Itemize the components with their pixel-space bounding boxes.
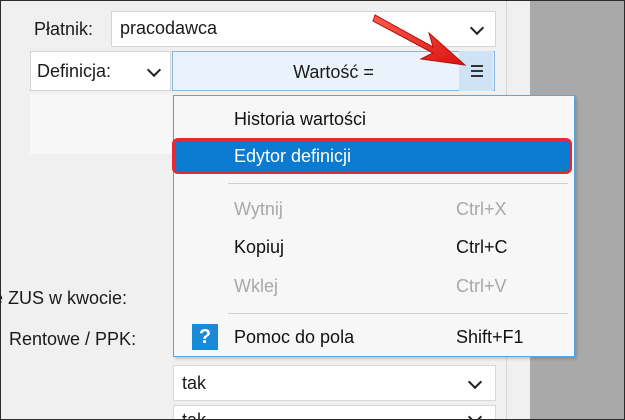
menu-item-label: Pomoc do pola xyxy=(234,327,355,347)
help-icon: ? xyxy=(192,324,218,350)
menu-item-label: Wytnij xyxy=(234,199,283,219)
value-field-text: Wartość = xyxy=(293,62,374,82)
menu-item-label: Wklej xyxy=(234,276,278,296)
zus-label: e ZUS w kwocie: xyxy=(0,288,128,308)
menu-item-label: Edytor definicji xyxy=(234,146,352,166)
menu-item-pomoc[interactable]: ? Pomoc do pola Shift+F1 xyxy=(174,319,574,355)
window: Płatnik: pracodawca Definicja: Wartość =… xyxy=(0,0,625,420)
chevron-down-icon[interactable] xyxy=(469,20,485,36)
menu-line xyxy=(471,70,483,72)
menu-separator xyxy=(228,313,568,314)
definicja-select[interactable]: Definicja: xyxy=(30,51,171,91)
platnik-label: Płatnik: xyxy=(34,19,94,39)
rentowe-label: Rentowe / PPK: xyxy=(9,329,137,349)
menu-item-shortcut: Ctrl+X xyxy=(456,199,507,219)
menu-item-shortcut: Ctrl+V xyxy=(456,276,507,296)
menu-item-historia[interactable]: Historia wartości xyxy=(174,101,574,137)
context-menu: Historia wartości Edytor definicji Wytni… xyxy=(172,95,575,357)
chevron-down-icon[interactable] xyxy=(146,62,162,78)
chevron-down-icon[interactable] xyxy=(467,374,483,390)
menu-item-wklej[interactable]: Wklej Ctrl+V xyxy=(174,268,574,304)
menu-line xyxy=(471,65,483,67)
lower-select-2-value: tak xyxy=(182,410,207,420)
menu-item-edytor[interactable]: Edytor definicji xyxy=(172,138,572,174)
menu-item-shortcut: Ctrl+C xyxy=(456,237,508,257)
lower-select-2[interactable]: tak xyxy=(173,405,496,420)
menu-item-shortcut: Shift+F1 xyxy=(456,327,524,347)
menu-item-label: Historia wartości xyxy=(234,109,367,129)
menu-item-wytnij[interactable]: Wytnij Ctrl+X xyxy=(174,191,574,227)
chevron-down-icon[interactable] xyxy=(467,409,483,419)
menu-item-label: Kopiuj xyxy=(234,237,285,257)
menu-line xyxy=(471,75,483,77)
definicja-label: Definicja: xyxy=(37,61,112,81)
lower-select-value: tak xyxy=(182,373,207,393)
platnik-value: pracodawca xyxy=(120,18,218,38)
menu-separator xyxy=(228,183,568,184)
pointer-arrow-icon xyxy=(372,14,467,66)
lower-select[interactable]: tak xyxy=(173,365,496,401)
definition-panel xyxy=(30,94,172,154)
menu-item-kopiuj[interactable]: Kopiuj Ctrl+C xyxy=(174,229,574,265)
